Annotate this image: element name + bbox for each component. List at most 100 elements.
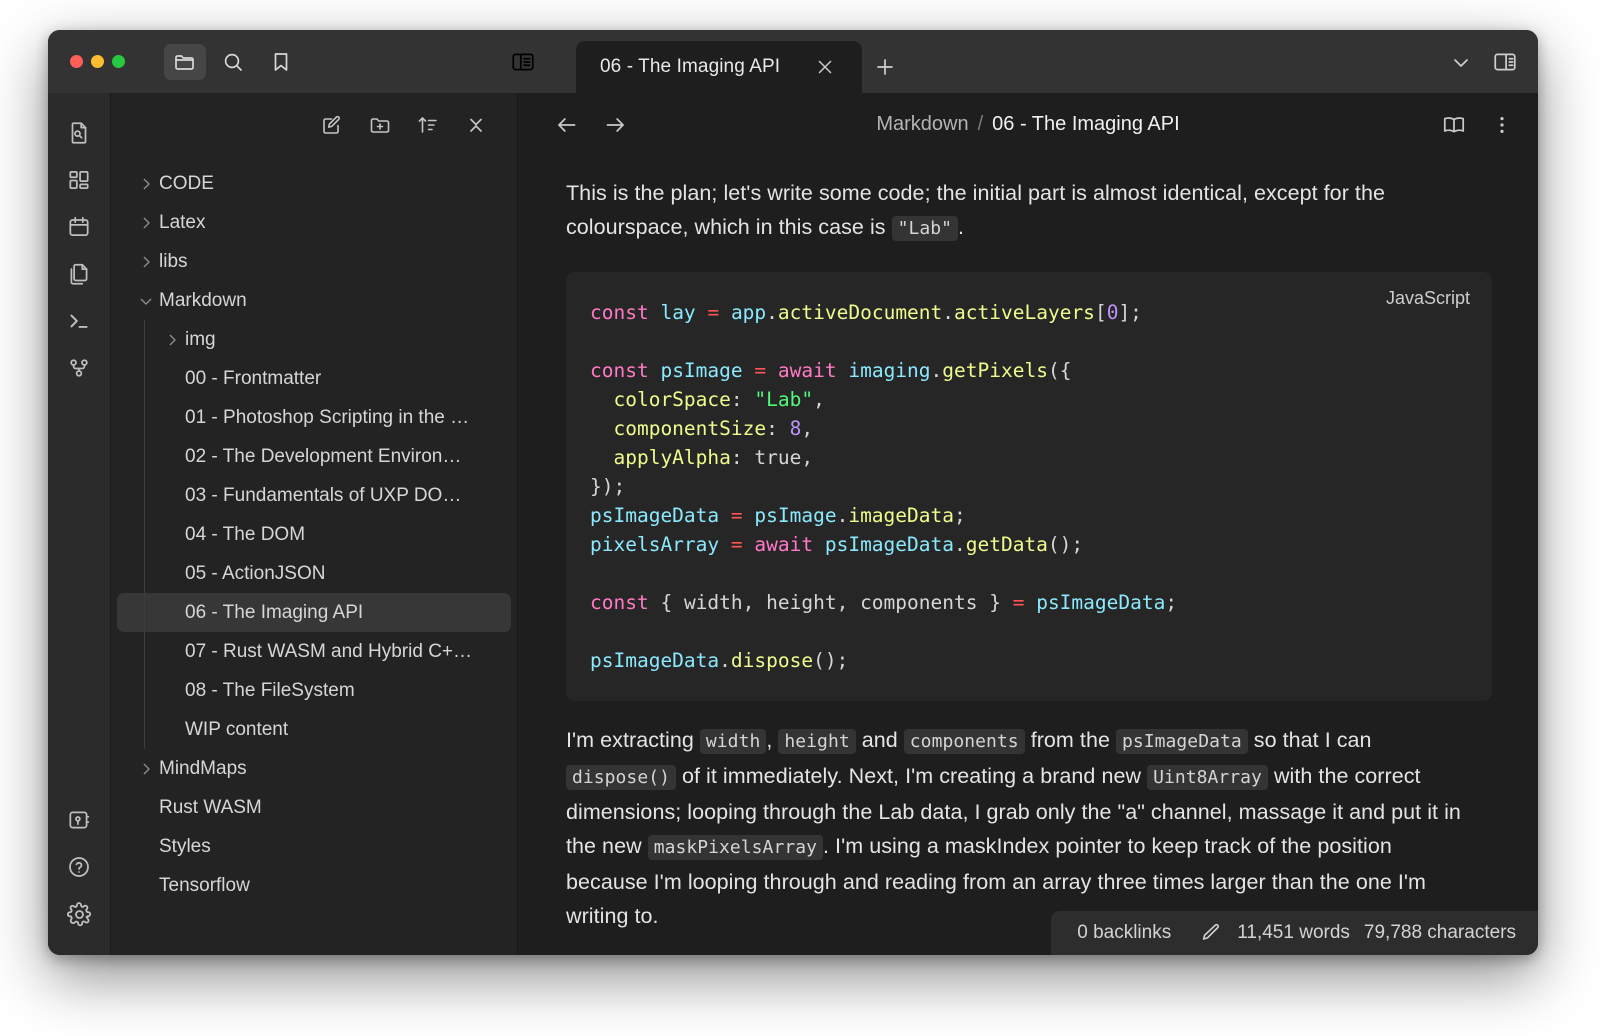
vault-icon <box>66 807 92 833</box>
zoom-window-button[interactable] <box>112 55 125 68</box>
tree-indent-guide <box>144 554 145 593</box>
tree-item[interactable]: 02 - The Development Environ… <box>117 437 511 476</box>
tree-item-label: 02 - The Development Environ… <box>185 445 462 467</box>
chevron-down-icon[interactable] <box>133 293 159 309</box>
chevron-right-icon[interactable] <box>133 761 159 777</box>
close-icon[interactable] <box>814 56 836 78</box>
terminal-icon-button[interactable] <box>56 298 102 344</box>
inline-code-lab: "Lab" <box>891 216 959 241</box>
paragraph-intro-text-a: This is the plan; let's write some code;… <box>566 181 1385 239</box>
dashboard-grid-icon <box>66 167 92 193</box>
code-block[interactable]: JavaScript const lay = app.activeDocumen… <box>566 272 1492 701</box>
bookmark-icon-button[interactable] <box>260 44 302 80</box>
calendar-icon-button[interactable] <box>56 204 102 250</box>
right-panel-icon <box>1492 49 1518 75</box>
pencil-icon[interactable] <box>1199 921 1223 945</box>
tree-item[interactable]: 01 - Photoshop Scripting in the … <box>117 398 511 437</box>
editor-content[interactable]: This is the plan; let's write some code;… <box>518 156 1538 955</box>
tree-item-label: Latex <box>159 211 206 233</box>
forward-arrow-icon-button[interactable] <box>596 106 634 144</box>
tree-item[interactable]: MindMaps <box>117 749 511 788</box>
sort-icon <box>416 113 440 137</box>
new-note-icon-button[interactable] <box>319 112 345 138</box>
tree-indent-guide <box>144 320 145 359</box>
tree-item-label: 04 - The DOM <box>185 523 306 545</box>
editor-header: Markdown / 06 - The Imaging API <box>518 93 1538 156</box>
tree-item[interactable]: Tensorflow <box>117 866 511 905</box>
new-tab-button[interactable] <box>862 41 908 93</box>
more-options-icon-button[interactable] <box>1488 111 1516 139</box>
folder-icon-button[interactable] <box>164 43 206 80</box>
collapse-all-icon-button[interactable] <box>463 112 489 138</box>
inline-code-width: width <box>699 729 767 754</box>
reading-mode-icon-button[interactable] <box>1440 111 1468 139</box>
tree-item-label: 00 - Frontmatter <box>185 367 322 389</box>
tree-indent-guide <box>144 359 145 398</box>
tree-item[interactable]: 06 - The Imaging API <box>117 593 511 632</box>
settings-gear-icon-button[interactable] <box>56 891 102 937</box>
tree-item[interactable]: 03 - Fundamentals of UXP DO… <box>117 476 511 515</box>
chevron-down-icon <box>1449 50 1473 74</box>
close-window-button[interactable] <box>70 55 83 68</box>
tree-item[interactable]: Markdown <box>117 281 511 320</box>
sidebar-toolbar <box>111 93 517 156</box>
file-explorer-sidebar: CODE Latex libs Markdown img 00 - Frontmatter… <box>111 93 518 955</box>
tree-item[interactable]: CODE <box>117 164 511 203</box>
tree-item[interactable]: 07 - Rust WASM and Hybrid C+… <box>117 632 511 671</box>
tree-item[interactable]: libs <box>117 242 511 281</box>
editor-pane: Markdown / 06 - The Imaging API This is … <box>518 93 1538 955</box>
titlebar-tool-icons <box>164 43 302 80</box>
breadcrumb-current[interactable]: 06 - The Imaging API <box>992 113 1180 136</box>
git-branch-icon-button[interactable] <box>56 345 102 391</box>
tree-item[interactable]: 00 - Frontmatter <box>117 359 511 398</box>
tab-label: 06 - The Imaging API <box>600 56 781 77</box>
tree-item[interactable]: 04 - The DOM <box>117 515 511 554</box>
back-arrow-icon <box>554 112 580 138</box>
paragraph-intro-text-b: . <box>958 215 965 239</box>
sort-icon-button[interactable] <box>415 112 441 138</box>
more-options-icon <box>1490 113 1514 137</box>
help-icon-button[interactable] <box>56 844 102 890</box>
chevron-right-icon[interactable] <box>133 254 159 270</box>
tree-item-label: Rust WASM <box>159 796 262 818</box>
breadcrumb-parent[interactable]: Markdown <box>876 113 968 136</box>
tree-item[interactable]: WIP content <box>117 710 511 749</box>
tree-item-label: 08 - The FileSystem <box>185 679 355 701</box>
tree-indent-guide <box>144 515 145 554</box>
tab-strip: 06 - The Imaging API <box>576 30 1538 93</box>
tree-item[interactable]: Styles <box>117 827 511 866</box>
panel-layout-icon <box>510 49 536 75</box>
inline-code-dispose: dispose() <box>566 765 676 790</box>
back-arrow-icon-button[interactable] <box>548 106 586 144</box>
tree-indent-guide <box>144 632 145 671</box>
tree-item[interactable]: Rust WASM <box>117 788 511 827</box>
panel-layout-icon-button[interactable] <box>510 49 536 75</box>
copy-files-icon <box>66 261 92 287</box>
desktop-background: 06 - The Imaging API CODE Latex libs Mar… <box>0 0 1600 1036</box>
tab-06-the-imaging-api[interactable]: 06 - The Imaging API <box>576 41 862 93</box>
copy-files-icon-button[interactable] <box>56 251 102 297</box>
minimize-window-button[interactable] <box>91 55 104 68</box>
chevron-down-icon-button[interactable] <box>1446 47 1476 77</box>
file-search-icon-button[interactable] <box>56 110 102 156</box>
tree-item[interactable]: Latex <box>117 203 511 242</box>
tree-indent-guide <box>144 710 145 749</box>
new-note-icon <box>320 113 344 137</box>
editor-header-actions <box>1440 111 1516 139</box>
dashboard-grid-icon-button[interactable] <box>56 157 102 203</box>
vault-icon-button[interactable] <box>56 797 102 843</box>
right-panel-icon-button[interactable] <box>1490 47 1520 77</box>
tree-item[interactable]: 08 - The FileSystem <box>117 671 511 710</box>
chevron-right-icon[interactable] <box>133 176 159 192</box>
status-backlinks[interactable]: 0 backlinks <box>1077 922 1171 944</box>
chevron-right-icon[interactable] <box>133 215 159 231</box>
new-folder-icon-button[interactable] <box>367 112 393 138</box>
tree-item-label: CODE <box>159 172 214 194</box>
tree-item[interactable]: img <box>117 320 511 359</box>
search-icon-button[interactable] <box>212 44 254 80</box>
tree-indent-guide <box>144 593 145 632</box>
chevron-right-icon[interactable] <box>159 332 185 348</box>
tree-item-label: img <box>185 328 216 350</box>
window-controls <box>48 55 125 68</box>
tree-item[interactable]: 05 - ActionJSON <box>117 554 511 593</box>
